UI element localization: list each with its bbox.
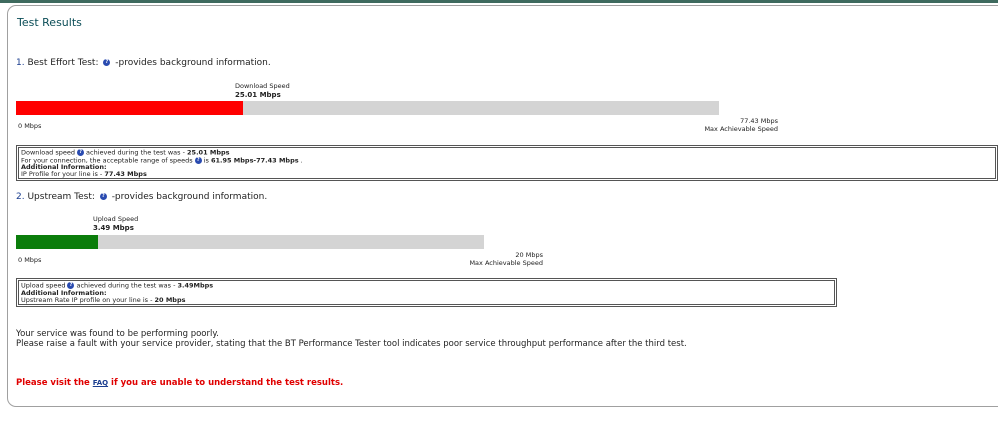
download-bar-label: Download Speed 25.01 Mbps [235, 82, 290, 100]
download-bar-value: 25.01 Mbps [235, 91, 281, 99]
download-info-line-2: For your connection, the acceptable rang… [21, 156, 993, 165]
faq-notice: Please visit the FAQ if you are unable t… [16, 378, 343, 388]
page-title: Test Results [17, 16, 82, 29]
best-effort-help-text: -provides background information. [115, 58, 271, 68]
upload-bar-value: 3.49 Mbps [93, 224, 134, 232]
performance-message-line-1: Your service was found to be performing … [16, 329, 219, 339]
faq-notice-after: if you are unable to understand the test… [108, 378, 344, 388]
upload-info-line-2: Upstream Rate IP profile on your line is… [21, 295, 832, 304]
faq-notice-before: Please visit the [16, 378, 93, 388]
upstream-profile-text: Upstream Rate IP profile on your line is… [21, 295, 155, 304]
ip-profile-text: IP Profile for your line is - [21, 170, 105, 178]
upload-scale-max-caption: Max Achievable Speed [469, 259, 543, 267]
upstream-name: Upstream Test: [27, 192, 95, 202]
upload-scale-max-value: 20 Mbps [515, 251, 543, 259]
download-scale-max-caption: Max Achievable Speed [704, 125, 778, 133]
upstream-profile-value: 20 Mbps [154, 295, 186, 304]
upload-info-line-1: Upload speed? achieved during the test wa… [21, 282, 832, 290]
download-scale-max-value: 77.43 Mbps [740, 117, 778, 125]
upload-speed-fill [16, 235, 98, 249]
best-effort-index: 1. [16, 58, 25, 68]
upstream-heading: 2. Upstream Test: ? -provides background… [16, 192, 267, 202]
acceptable-range-value: 61.95 Mbps-77.43 Mbps [210, 156, 299, 164]
help-icon[interactable]: ? [194, 156, 202, 164]
upstream-help-text: -provides background information. [111, 192, 268, 202]
upload-achieved-value: 3.49Mbps [177, 281, 214, 290]
upstream-index: 2. [16, 192, 25, 202]
best-effort-name: Best Effort Test: [27, 58, 99, 68]
performance-message-line-2: Please raise a fault with your service p… [16, 339, 687, 349]
download-speed-fill [16, 101, 244, 115]
upload-scale-max: 20 Mbps Max Achievable Speed [455, 251, 543, 267]
download-speed-track [16, 101, 719, 115]
performance-message: Your service was found to be performing … [16, 329, 687, 349]
download-additional-label: Additional Information: [21, 164, 993, 171]
upload-bar-label: Upload Speed 3.49 Mbps [93, 215, 138, 233]
help-icon[interactable]: ? [77, 149, 85, 156]
upload-info-box: Upload speed? achieved during the test wa… [16, 278, 837, 307]
help-icon[interactable]: ? [103, 59, 111, 66]
download-scale-min: 0 Mbps [18, 122, 42, 130]
upload-speed-track [16, 235, 484, 249]
upload-bar-title: Upload Speed [93, 215, 139, 223]
download-scale-max: 77.43 Mbps Max Achievable Speed [690, 117, 778, 133]
download-bar-title: Download Speed [235, 82, 290, 90]
download-info-box: Download speed? achieved during the test … [16, 145, 998, 181]
top-accent-bar [0, 0, 998, 3]
range-info-suffix: . [298, 156, 303, 164]
range-info-text: is [203, 156, 211, 164]
best-effort-heading: 1. Best Effort Test: ? -provides backgro… [16, 58, 271, 68]
faq-link[interactable]: FAQ [93, 379, 108, 387]
upload-scale-min: 0 Mbps [18, 256, 42, 264]
help-icon[interactable]: ? [99, 193, 107, 200]
ip-profile-value: 77.43 Mbps [104, 170, 147, 178]
download-info-line-3: IP Profile for your line is - 77.43 Mbps [21, 171, 993, 178]
